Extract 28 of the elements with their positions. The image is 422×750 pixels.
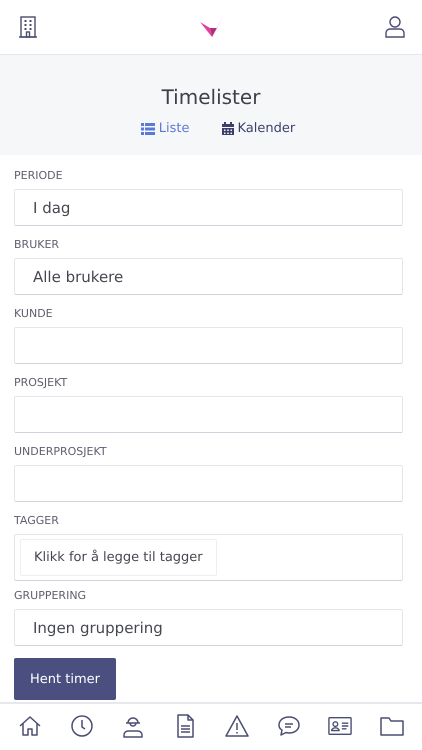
user-icon[interactable]: [385, 16, 405, 38]
list-icon: [140, 122, 155, 134]
id-card-icon[interactable]: [328, 714, 352, 738]
chat-icon[interactable]: [276, 714, 301, 738]
building-icon[interactable]: [18, 16, 38, 38]
calendar-icon: [222, 122, 234, 135]
field-label: UNDERPROSJEKT: [14, 445, 108, 459]
view-tab[interactable]: Liste: [140, 121, 190, 136]
submit-button[interactable]: Hent timer: [14, 658, 116, 700]
home-icon[interactable]: [18, 714, 42, 738]
select-field[interactable]: Alle brukere: [14, 258, 403, 295]
select-field[interactable]: I dag: [14, 189, 403, 226]
field-label: TAGGER: [14, 514, 60, 528]
select-field[interactable]: Ingen gruppering: [14, 609, 403, 646]
select-field[interactable]: [14, 327, 403, 364]
warning-icon[interactable]: [224, 714, 249, 738]
select-field[interactable]: [14, 396, 403, 433]
field-label: PROSJEKT: [14, 376, 68, 390]
clock-icon[interactable]: [70, 714, 94, 738]
view-tab[interactable]: Kalender: [222, 121, 296, 136]
field-label: KUNDE: [14, 307, 54, 321]
add-tags-button[interactable]: Klikk for å legge til tagger: [20, 539, 217, 576]
field-label: GRUPPERING: [14, 589, 88, 603]
field-label: PERIODE: [14, 169, 64, 183]
select-field[interactable]: [14, 465, 403, 502]
field-label: BRUKER: [14, 238, 60, 252]
tags-field[interactable]: Klikk for å legge til tagger: [14, 534, 403, 581]
page-title: Timelister: [162, 85, 260, 109]
